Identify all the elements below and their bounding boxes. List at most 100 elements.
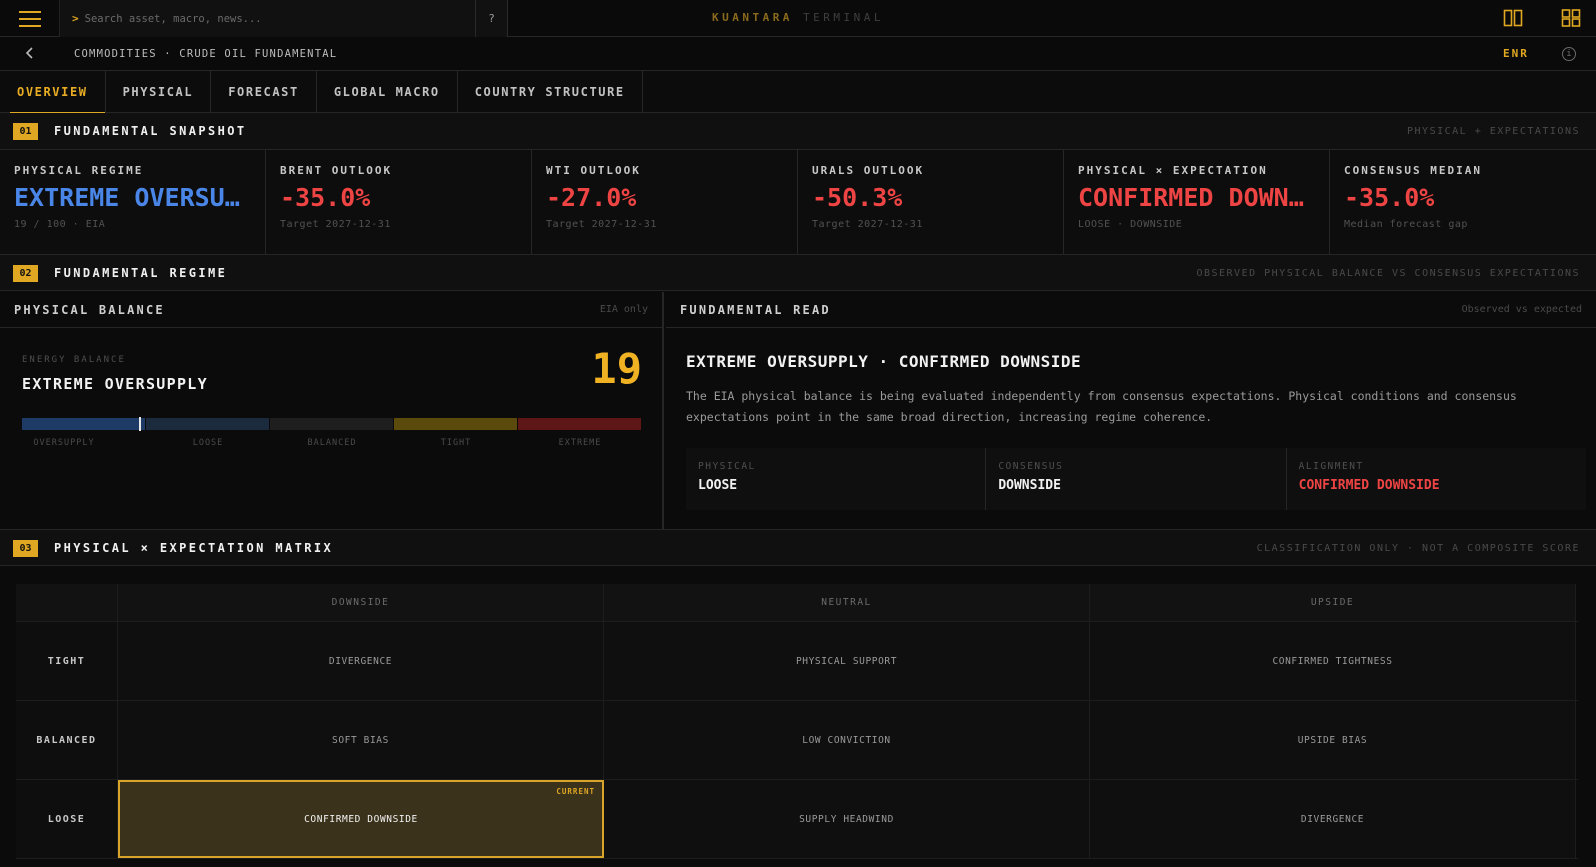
kpi-subtext: Target 2027-12-31: [546, 219, 657, 230]
matrix-row-label: TIGHT: [16, 622, 118, 700]
sector-badge[interactable]: ENR: [1503, 47, 1529, 60]
section-number: 01: [13, 123, 38, 140]
info-icon[interactable]: i: [1562, 47, 1576, 61]
expectation-matrix: DOWNSIDE NEUTRAL UPSIDE TIGHT DIVERGENCE PHYS…: [16, 584, 1578, 859]
kpi-value: EXTREME OVERSUPPLY: [14, 183, 251, 212]
matrix-header-row: DOWNSIDE NEUTRAL UPSIDE: [16, 584, 1578, 622]
kpi-value: -35.0%: [280, 183, 371, 212]
split-view-icon[interactable]: [1503, 9, 1523, 27]
gauge-zone-label: OVERSUPPLY: [33, 438, 95, 448]
tab-physical[interactable]: PHYSICAL: [106, 71, 212, 113]
search-prompt-icon: >: [72, 12, 79, 25]
section-number: 02: [13, 265, 38, 282]
matrix-cell-label: CONFIRMED DOWNSIDE: [304, 813, 418, 825]
search-box[interactable]: >: [60, 0, 476, 37]
matrix-corner: [16, 584, 118, 621]
balance-gauge: [22, 417, 642, 431]
matrix-cell[interactable]: LOW CONVICTION: [604, 701, 1090, 779]
tab-forecast[interactable]: FORECAST: [211, 71, 317, 113]
kpi-label: CONSENSUS MEDIAN: [1344, 164, 1482, 177]
matrix-column-header: NEUTRAL: [604, 584, 1090, 621]
matrix-row-label: BALANCED: [16, 701, 118, 779]
section-title: PHYSICAL × EXPECTATION MATRIX: [54, 541, 334, 555]
kpi-value: CONFIRMED DOWNSIDE: [1078, 183, 1315, 212]
kpi-subtext: LOOSE · DOWNSIDE: [1078, 219, 1183, 230]
read-cell-consensus: CONSENSUS DOWNSIDE: [986, 448, 1287, 510]
matrix-cell[interactable]: SUPPLY HEADWIND: [604, 780, 1090, 858]
tab-overview[interactable]: OVERVIEW: [0, 71, 106, 114]
panel-note: EIA only: [599, 304, 648, 315]
kpi-subtext: Target 2027-12-31: [812, 219, 923, 230]
menu-icon[interactable]: [0, 0, 60, 37]
grid-view-icon[interactable]: [1561, 9, 1581, 27]
gauge-zone-tight: [394, 418, 517, 430]
gauge-zone-label: LOOSE: [192, 438, 224, 448]
matrix-cell[interactable]: PHYSICAL SUPPORT: [604, 622, 1090, 700]
physical-balance-panel: PHYSICAL BALANCE EIA only ENERGY BALANCE…: [0, 292, 664, 529]
matrix-cell[interactable]: UPSIDE BIAS: [1090, 701, 1576, 779]
matrix-cell[interactable]: DIVERGENCE: [118, 622, 604, 700]
kpi-card: BRENT OUTLOOK -35.0% Target 2027-12-31: [266, 150, 532, 254]
chevron-left-icon[interactable]: [24, 46, 36, 60]
matrix-row: BALANCED SOFT BIAS LOW CONVICTION UPSIDE BI…: [16, 701, 1578, 780]
kpi-label: PHYSICAL × EXPECTATION: [1078, 164, 1268, 177]
kpi-subtext: 19 / 100 · EIA: [14, 219, 106, 230]
kpi-label: BRENT OUTLOOK: [280, 164, 393, 177]
read-summary-cells: PHYSICAL LOOSE CONSENSUS DOWNSIDE ALIGNMENT C…: [686, 448, 1586, 510]
gauge-zone-loose: [146, 418, 269, 430]
read-cell-physical: PHYSICAL LOOSE: [686, 448, 987, 510]
section-header-regime: 02 FUNDAMENTAL REGIME OBSERVED PHYSICAL …: [0, 254, 1596, 291]
kpi-value: -27.0%: [546, 183, 637, 212]
kpi-label: URALS OUTLOOK: [812, 164, 925, 177]
breadcrumb: COMMODITIES · CRUDE OIL FUNDAMENTAL: [74, 48, 338, 60]
section-note: CLASSIFICATION ONLY · NOT A COMPOSITE SC…: [1256, 543, 1580, 554]
kpi-card: CONSENSUS MEDIAN -35.0% Median forecast ga…: [1330, 150, 1596, 254]
kpi-value: -50.3%: [812, 183, 903, 212]
panel-title: FUNDAMENTAL READ: [680, 303, 831, 317]
matrix-cell[interactable]: CONFIRMED TIGHTNESS: [1090, 622, 1576, 700]
panel-note: Observed vs expected: [1461, 304, 1582, 315]
matrix-cell-label: SOFT BIAS: [332, 734, 389, 746]
read-cell-value: LOOSE: [698, 478, 738, 493]
gauge-zone-extreme: [518, 418, 641, 430]
matrix-cell[interactable]: CONFIRMED DOWNSIDE CURRENT: [118, 780, 604, 858]
kpi-card: PHYSICAL REGIME EXTREME OVERSUPPLY 19 / 10…: [0, 150, 266, 254]
help-button[interactable]: ?: [476, 0, 508, 37]
read-cell-value: DOWNSIDE: [998, 478, 1061, 493]
read-cell-label: CONSENSUS: [998, 461, 1064, 472]
read-cell-alignment: ALIGNMENT CONFIRMED DOWNSIDE: [1287, 448, 1586, 510]
panel-title: PHYSICAL BALANCE: [14, 303, 165, 317]
top-bar: > ? KUANTARA TERMINAL: [0, 0, 1596, 37]
gauge-zone-labels: OVERSUPPLY LOOSE BALANCED TIGHT EXTREME: [22, 438, 642, 450]
matrix-cell-label: PHYSICAL SUPPORT: [795, 655, 898, 667]
panel-header: PHYSICAL BALANCE EIA only: [0, 292, 662, 328]
matrix-row: LOOSE CONFIRMED DOWNSIDE CURRENT SUPPLY HEA…: [16, 780, 1578, 859]
gauge-zone-balanced: [270, 418, 393, 430]
kpi-card: WTI OUTLOOK -27.0% Target 2027-12-31: [532, 150, 798, 254]
section-header-matrix: 03 PHYSICAL × EXPECTATION MATRIX CLASSIF…: [0, 529, 1596, 566]
section-number: 03: [13, 540, 38, 557]
matrix-cell-label: DIVERGENCE: [328, 655, 393, 667]
matrix-cell[interactable]: SOFT BIAS: [118, 701, 604, 779]
matrix-column-header: UPSIDE: [1090, 584, 1576, 621]
section-title: FUNDAMENTAL SNAPSHOT: [54, 124, 247, 138]
current-badge: CURRENT: [556, 787, 595, 796]
matrix-cell-label: SUPPLY HEADWIND: [799, 813, 894, 825]
fundamental-read-panel: FUNDAMENTAL READ Observed vs expected EX…: [666, 292, 1596, 529]
kpi-value: -35.0%: [1344, 183, 1435, 212]
kpi-subtext: Target 2027-12-31: [280, 219, 391, 230]
energy-balance-value: EXTREME OVERSUPPLY: [22, 375, 208, 393]
matrix-cell[interactable]: DIVERGENCE: [1090, 780, 1576, 858]
tab-global-macro[interactable]: GLOBAL MACRO: [317, 71, 458, 113]
balance-gauge-svg: [22, 417, 641, 431]
matrix-body: TIGHT DIVERGENCE PHYSICAL SUPPORT CONFIRMED…: [16, 622, 1578, 859]
gauge-marker: [139, 417, 141, 431]
matrix-column-header: DOWNSIDE: [118, 584, 604, 621]
brand-primary: KUANTARA: [711, 11, 793, 24]
panel-header: FUNDAMENTAL READ Observed vs expected: [666, 292, 1596, 328]
search-input[interactable]: [84, 12, 445, 25]
read-headline: EXTREME OVERSUPPLY · CONFIRMED DOWNSIDE: [686, 352, 1082, 371]
tab-country-structure[interactable]: COUNTRY STRUCTURE: [458, 71, 643, 113]
breadcrumb-bar: COMMODITIES · CRUDE OIL FUNDAMENTAL ENR …: [0, 37, 1596, 71]
kpi-label: PHYSICAL REGIME: [14, 164, 144, 177]
